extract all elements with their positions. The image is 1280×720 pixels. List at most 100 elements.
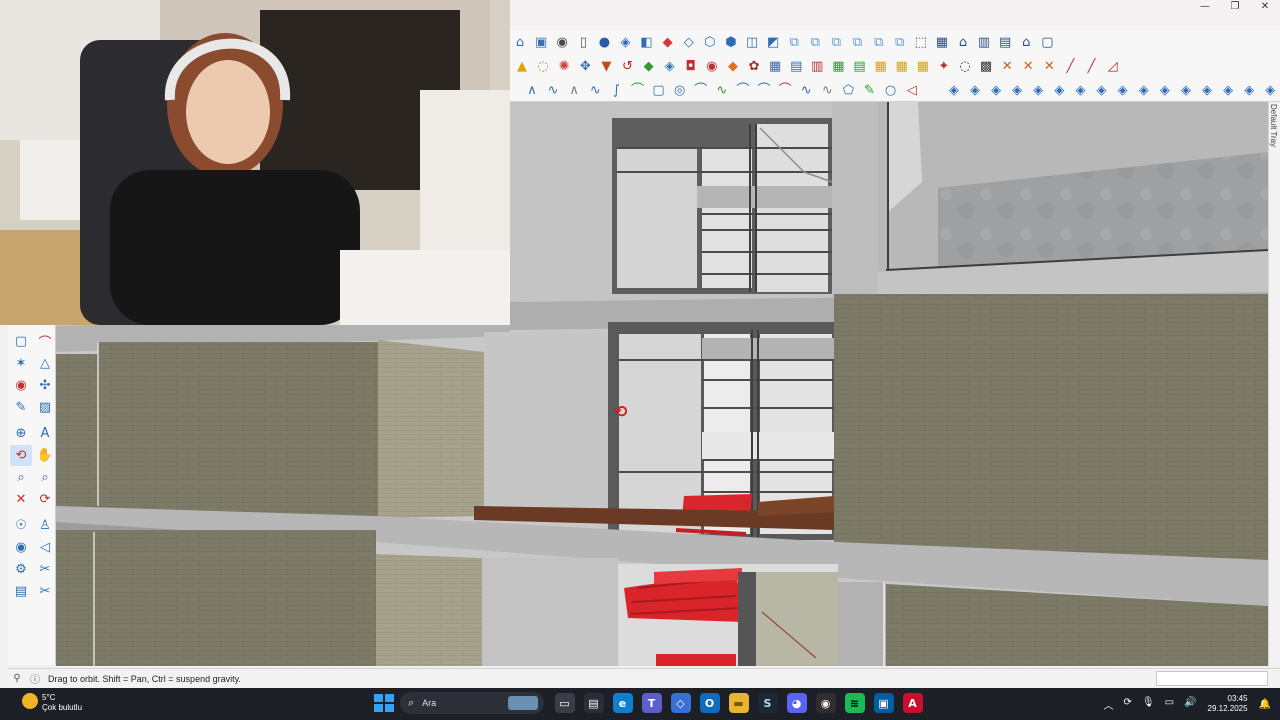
stack-green-icon[interactable]: ▤ [850, 56, 870, 76]
shape-11-icon[interactable]: ◈ [1155, 80, 1175, 100]
pan-tool-icon[interactable]: ✋ [34, 445, 56, 466]
sketchup-icon[interactable]: ▣ [873, 693, 894, 713]
front-view-icon[interactable]: ◫ [742, 32, 762, 52]
cell-yellow-icon[interactable]: ▦ [871, 56, 891, 76]
mic-icon[interactable]: 🎙 [1142, 697, 1155, 712]
walk-icon[interactable]: ♙ [34, 515, 56, 536]
rotate-dash-icon[interactable]: ◌ [955, 56, 975, 76]
previous-view-icon[interactable]: ⟳ [34, 489, 56, 510]
shape-13-icon[interactable]: ◈ [1197, 80, 1217, 100]
shape-3-icon[interactable]: ◈ [986, 80, 1006, 100]
chevron-up-icon[interactable]: ︿ [1104, 697, 1114, 712]
shape-15-icon[interactable]: ◈ [1239, 80, 1259, 100]
paths-tool-icon[interactable]: ✂ [34, 581, 56, 602]
frame-icon[interactable]: ▢ [1037, 32, 1057, 52]
cell-yellow-3-icon[interactable]: ▦ [913, 56, 933, 76]
shape-9-icon[interactable]: ◈ [1113, 80, 1133, 100]
house-icon[interactable]: ⌂ [953, 32, 973, 52]
obs-icon[interactable]: ◉ [815, 693, 836, 713]
bound-icon[interactable]: ◿ [1103, 56, 1123, 76]
grid-green-icon[interactable]: ▦ [828, 56, 848, 76]
stack-icon[interactable]: ▥ [807, 56, 827, 76]
maximize-button[interactable]: ❐ [1220, 0, 1250, 14]
steam-icon[interactable]: S [757, 693, 778, 713]
rect-icon[interactable]: ▢ [649, 80, 669, 100]
line-trim-icon[interactable]: ╱ [1082, 56, 1102, 76]
pencil-icon[interactable]: ✎ [860, 80, 880, 100]
teams-icon[interactable]: T [641, 693, 662, 713]
components-icon[interactable]: ▣ [531, 32, 551, 52]
archicad-icon[interactable]: A [902, 693, 923, 713]
pad-1-icon[interactable] [923, 80, 943, 100]
nodes-tool-icon[interactable]: ✣ [34, 375, 56, 396]
account-icon[interactable]: ● [594, 32, 614, 52]
cross-3-icon[interactable]: ✕ [1039, 56, 1059, 76]
position-camera-icon[interactable]: ☉ [10, 515, 32, 536]
taskbar-search[interactable]: ⌕ Ara [400, 692, 544, 714]
image-tool-icon[interactable]: ▨ [34, 397, 56, 418]
curve-4-icon[interactable]: ∿ [585, 80, 605, 100]
outlook-icon[interactable]: O [699, 693, 720, 713]
new-file-icon[interactable]: ▯ [573, 32, 593, 52]
tools-icon[interactable]: ✂ [34, 559, 56, 580]
diamond-icon[interactable]: ◆ [723, 56, 743, 76]
warning-icon[interactable]: ▲ [512, 56, 532, 76]
bend-icon[interactable]: ⌒ [691, 80, 711, 100]
lasso-red-icon[interactable]: ⌒ [34, 331, 56, 352]
shape-12-icon[interactable]: ◈ [1176, 80, 1196, 100]
arc-icon[interactable]: ⌒ [627, 80, 647, 100]
cycle-icon[interactable]: ✺ [554, 56, 574, 76]
arc-2-icon[interactable]: ⌒ [733, 80, 753, 100]
explorer-icon[interactable]: ▬ [728, 693, 749, 713]
copilot-icon[interactable]: ◇ [670, 693, 691, 713]
zoom-extents-icon[interactable]: ✕ [10, 489, 32, 510]
start-button[interactable] [372, 692, 394, 714]
edge-icon[interactable]: e [612, 693, 633, 713]
array-icon[interactable]: ⧉ [890, 32, 910, 52]
user-settings-icon[interactable]: ◉ [552, 32, 572, 52]
polygon-icon[interactable]: ⬠ [838, 80, 858, 100]
target-tool-icon[interactable]: ⊕ [10, 423, 32, 444]
task-view-icon[interactable]: ▭ [554, 693, 575, 713]
arc-3-icon[interactable]: ⌒ [754, 80, 774, 100]
clock[interactable]: 03:45 29.12.2025 [1208, 694, 1248, 714]
curve-5-icon[interactable]: ∫ [606, 80, 626, 100]
undo-icon[interactable]: ↺ [617, 56, 637, 76]
point-tool-icon[interactable]: ◉ [10, 375, 32, 396]
zoom-window-icon[interactable]: ⌕ [34, 467, 56, 488]
bucket-icon[interactable]: ▼ [596, 56, 616, 76]
rotate-icon[interactable]: ⧉ [826, 32, 846, 52]
top-view-icon[interactable]: ⬢ [721, 32, 741, 52]
cross-1-icon[interactable]: ✕ [997, 56, 1017, 76]
shape-7-icon[interactable]: ◈ [1070, 80, 1090, 100]
roof-icon[interactable]: ⌂ [1016, 32, 1036, 52]
look-around-icon[interactable]: ◉ [10, 537, 32, 558]
panel-icon[interactable]: ▤ [995, 32, 1015, 52]
shape-8-icon[interactable]: ◈ [1092, 80, 1112, 100]
pen-tool-icon[interactable]: ✎ [10, 397, 32, 418]
layers-icon[interactable]: ▤ [786, 56, 806, 76]
curve-6-icon[interactable]: ∿ [796, 80, 816, 100]
curve-2-icon[interactable]: ∿ [543, 80, 563, 100]
geolocation-icon[interactable]: ⚲ [8, 673, 26, 684]
zigzag-icon[interactable]: ∿ [817, 80, 837, 100]
section-icon[interactable]: ◧ [637, 32, 657, 52]
minimize-button[interactable]: — [1190, 0, 1220, 14]
tag-icon[interactable]: ◁ [902, 80, 922, 100]
default-tray-strip[interactable] [1268, 102, 1280, 666]
orbit-tool-icon[interactable]: ⟲ [10, 445, 32, 466]
curve-1-icon[interactable]: ∧ [522, 80, 542, 100]
style-icon[interactable]: ◇ [679, 32, 699, 52]
cube-icon[interactable]: ◈ [660, 56, 680, 76]
move-icon[interactable]: ⧉ [805, 32, 825, 52]
wall-icon[interactable]: ▦ [932, 32, 952, 52]
spotify-icon[interactable]: ≋ [844, 693, 865, 713]
display-icon[interactable]: ▭ [1165, 697, 1174, 712]
store-icon[interactable]: ▤ [583, 693, 604, 713]
scatter-icon[interactable]: ✦ [934, 56, 954, 76]
curve-3-icon[interactable]: ∧ [564, 80, 584, 100]
notification-icon[interactable]: 🔔 [1259, 699, 1271, 710]
iso-view-icon[interactable]: ⬡ [700, 32, 720, 52]
table-icon[interactable]: ▦ [765, 56, 785, 76]
scatter-tool-icon[interactable]: ✶ [10, 353, 32, 374]
